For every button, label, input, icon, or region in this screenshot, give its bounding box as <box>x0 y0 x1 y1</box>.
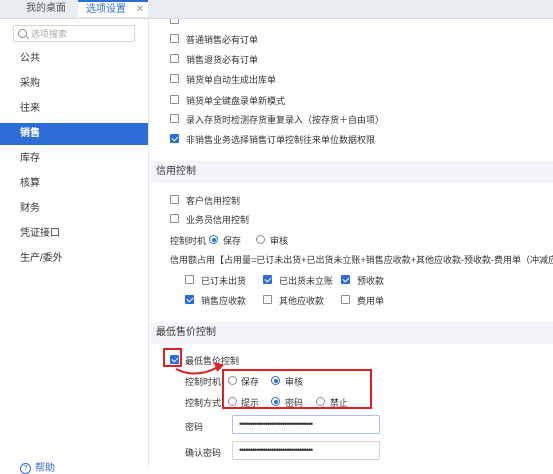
sidebar-item-voucher-interface[interactable]: 凭证接口 <box>0 223 148 245</box>
sidebar-item-accounting[interactable]: 核算 <box>0 173 148 195</box>
search-icon <box>18 29 27 38</box>
option-label: 销货单全键盘录单新模式 <box>186 96 286 106</box>
sidebar-item-public[interactable]: 公共 <box>0 48 148 70</box>
close-icon[interactable]: ✕ <box>136 2 144 18</box>
option-label: 录入存货时检测存货重复录入（按存货＋自由项） <box>186 115 385 125</box>
checkbox-ordered-not-shipped[interactable] <box>185 275 194 284</box>
checkbox-non-sales-permission[interactable] <box>170 134 179 143</box>
option-label: 非销售业务选择销售订单控制往来单位数据权限 <box>186 135 376 145</box>
section-min-price-control: 最低售价控制 <box>149 322 553 344</box>
checkbox-keyboard-entry[interactable] <box>170 95 179 104</box>
option-label: 普通销售必有订单 <box>186 35 259 45</box>
help-link[interactable]: ? 帮助 <box>20 459 55 474</box>
tab-options-settings[interactable]: 选项设置 ✕ <box>78 0 148 17</box>
sidebar: 公共 采购 往来 销售 库存 核算 财务 凭证接口 生产/委外 ? 帮助 <box>0 19 149 474</box>
checkbox-duplicate-check[interactable] <box>170 114 179 123</box>
confirm-password-input[interactable]: •••••••••••••••••••••••••••••••••• <box>232 441 380 460</box>
option-label: 销售退货必有订单 <box>186 55 259 65</box>
option-label: 已订未出货 <box>201 276 247 286</box>
sidebar-item-production[interactable]: 生产/委外 <box>0 248 148 270</box>
radio-label: 保存 <box>223 236 242 246</box>
radio-credit-save[interactable] <box>209 235 218 244</box>
option-label: 业务员信用控制 <box>186 215 250 225</box>
sidebar-item-finance[interactable]: 财务 <box>0 198 148 220</box>
search-input[interactable] <box>31 27 131 40</box>
confirm-password-label: 确认密码 <box>185 448 222 458</box>
checkbox-return-order-required[interactable] <box>170 54 179 63</box>
option-label: 费用单 <box>357 296 385 306</box>
checkbox-salesman-credit[interactable] <box>170 214 179 223</box>
checkbox-customer-credit[interactable] <box>170 195 179 204</box>
search-box <box>13 25 135 42</box>
options-panel: 普通销售必有订单 销售退货必有订单 销货单自动生成出库单 销货单全键盘录单新模式… <box>149 19 553 466</box>
sidebar-item-sales[interactable]: 销售 <box>0 123 148 145</box>
option-label: 销售应收款 <box>201 296 247 306</box>
section-credit-control: 信用控制 <box>149 161 553 183</box>
tab-bar: 我的桌面 选项设置 ✕ <box>0 0 553 19</box>
option-label: 其他应收款 <box>279 296 325 306</box>
checkbox-prepayment[interactable] <box>341 275 350 284</box>
radio-label: 审核 <box>270 236 289 246</box>
radio-credit-audit[interactable] <box>256 235 265 244</box>
option-label: 已出货未立账 <box>279 276 334 286</box>
checkbox-shipped-not-booked[interactable] <box>263 275 272 284</box>
checkbox-partial[interactable] <box>170 19 179 24</box>
checkbox-other-receivable[interactable] <box>263 295 272 304</box>
credit-formula: 信用额占用【占用量=已订未出货+已出货未立账+销售应收款+其他应收款-预收款-费… <box>170 255 553 265</box>
sidebar-item-inventory[interactable]: 库存 <box>0 148 148 170</box>
tab-label: 选项设置 <box>86 4 126 15</box>
option-label: 客户信用控制 <box>186 196 241 206</box>
password-value: •••••••••••••••••••••••••••••••••• <box>239 419 313 429</box>
checkbox-sales-receivable[interactable] <box>185 295 194 304</box>
option-label: 预收款 <box>357 276 385 286</box>
checkbox-sales-order-required[interactable] <box>170 34 179 43</box>
checkbox-auto-outbound[interactable] <box>170 74 179 83</box>
credit-timing-label: 控制时机 <box>170 236 207 246</box>
option-label: 销货单自动生成出库单 <box>186 75 277 85</box>
annotation-highlight-options <box>222 369 372 409</box>
password-label: 密码 <box>185 422 204 432</box>
password-input[interactable]: •••••••••••••••••••••••••••••••••• <box>232 415 380 434</box>
checkbox-expense-doc[interactable] <box>341 295 350 304</box>
min-price-mode-label: 控制方式 <box>185 398 222 408</box>
tab-my-desktop[interactable]: 我的桌面 <box>16 0 76 18</box>
sidebar-item-purchase[interactable]: 采购 <box>0 73 148 95</box>
annotation-arrow-icon <box>175 362 224 375</box>
confirm-password-value: •••••••••••••••••••••••••••••••••• <box>239 445 313 455</box>
sidebar-item-contacts[interactable]: 往来 <box>0 98 148 120</box>
help-icon: ? <box>20 462 31 474</box>
help-label: 帮助 <box>35 463 55 474</box>
